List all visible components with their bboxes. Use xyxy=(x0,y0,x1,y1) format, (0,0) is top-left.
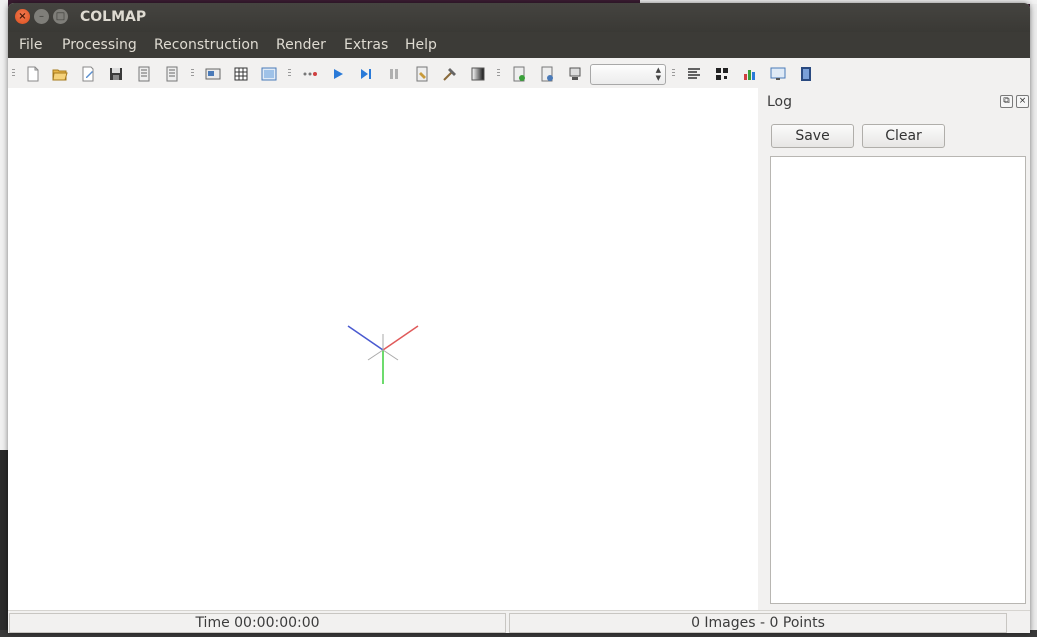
log-icon[interactable] xyxy=(685,65,703,83)
status-bar: Time 00:00:00:00 0 Images - 0 Points xyxy=(8,610,1030,633)
close-panel-button[interactable]: × xyxy=(1016,95,1029,108)
database-management-icon[interactable] xyxy=(260,65,278,83)
step-reconstruction-icon[interactable] xyxy=(357,65,375,83)
film-icon[interactable] xyxy=(797,65,815,83)
reset-view-icon[interactable] xyxy=(538,65,556,83)
title-bar[interactable]: × – □ COLMAP xyxy=(8,3,1030,32)
toolbar-separator xyxy=(191,69,194,78)
desktop-background xyxy=(0,450,8,637)
menu-extras[interactable]: Extras xyxy=(344,37,388,53)
colmap-window: × – □ COLMAP File Processing Reconstruct… xyxy=(8,3,1030,633)
open-project-icon[interactable] xyxy=(51,65,69,83)
clear-log-button[interactable]: Clear xyxy=(862,124,945,148)
toolbar-separator xyxy=(672,69,675,78)
float-panel-button[interactable]: ⧉ xyxy=(1000,95,1013,108)
menu-file[interactable]: File xyxy=(19,37,42,53)
log-panel: Log ⧉ × Save Clear xyxy=(760,88,1030,610)
menu-reconstruction[interactable]: Reconstruction xyxy=(154,37,259,53)
automatic-reconstruction-icon[interactable] xyxy=(301,65,319,83)
render-options-icon[interactable] xyxy=(510,65,528,83)
x-axis-line xyxy=(382,325,419,351)
save-project-icon[interactable] xyxy=(107,65,125,83)
combo-arrows-icon: ▲ ▼ xyxy=(655,66,661,82)
grab-image-icon[interactable] xyxy=(566,65,584,83)
menu-help[interactable]: Help xyxy=(405,37,437,53)
feature-extraction-icon[interactable] xyxy=(204,65,222,83)
toolbar-separator xyxy=(497,69,500,78)
pause-reconstruction-icon[interactable] xyxy=(385,65,403,83)
model-viewer[interactable] xyxy=(8,88,758,610)
menu-bar: File Processing Reconstruction Render Ex… xyxy=(8,32,1030,58)
menu-processing[interactable]: Processing xyxy=(62,37,137,53)
close-window-button[interactable]: × xyxy=(15,9,30,24)
import-model-icon[interactable] xyxy=(135,65,153,83)
export-model-icon[interactable] xyxy=(163,65,181,83)
log-panel-title: Log xyxy=(767,94,793,110)
reconstruction-select[interactable]: ▲ ▼ xyxy=(590,64,666,85)
axes-gizmo xyxy=(347,325,419,384)
reconstruction-options-icon[interactable] xyxy=(413,65,431,83)
edit-project-icon[interactable] xyxy=(79,65,97,83)
neg-x-axis-line xyxy=(367,349,384,361)
window-title: COLMAP xyxy=(80,9,147,25)
toolbar-separator xyxy=(288,69,291,78)
match-matrix-icon[interactable] xyxy=(713,65,731,83)
status-counts: 0 Images - 0 Points xyxy=(509,613,1007,633)
grab-movie-icon[interactable] xyxy=(769,65,787,83)
log-text-area[interactable] xyxy=(770,156,1026,604)
status-time: Time 00:00:00:00 xyxy=(9,613,506,633)
minimize-window-button[interactable]: – xyxy=(34,9,49,24)
bundle-adjustment-icon[interactable] xyxy=(441,65,459,83)
reconstruction-stats-icon[interactable] xyxy=(741,65,759,83)
background-window-right xyxy=(1030,0,1037,637)
neg-y-axis-line xyxy=(382,349,399,361)
toolbar-handle[interactable] xyxy=(12,69,15,78)
background-window-left xyxy=(0,0,8,450)
dense-reconstruction-icon[interactable] xyxy=(469,65,487,83)
maximize-window-button[interactable]: □ xyxy=(53,9,68,24)
y-axis-line xyxy=(347,325,384,351)
feature-matching-icon[interactable] xyxy=(232,65,250,83)
new-project-icon[interactable] xyxy=(24,65,42,83)
start-reconstruction-icon[interactable] xyxy=(329,65,347,83)
toolbar: ▲ ▼ xyxy=(8,58,1030,88)
menu-render[interactable]: Render xyxy=(276,37,326,53)
save-log-button[interactable]: Save xyxy=(771,124,854,148)
